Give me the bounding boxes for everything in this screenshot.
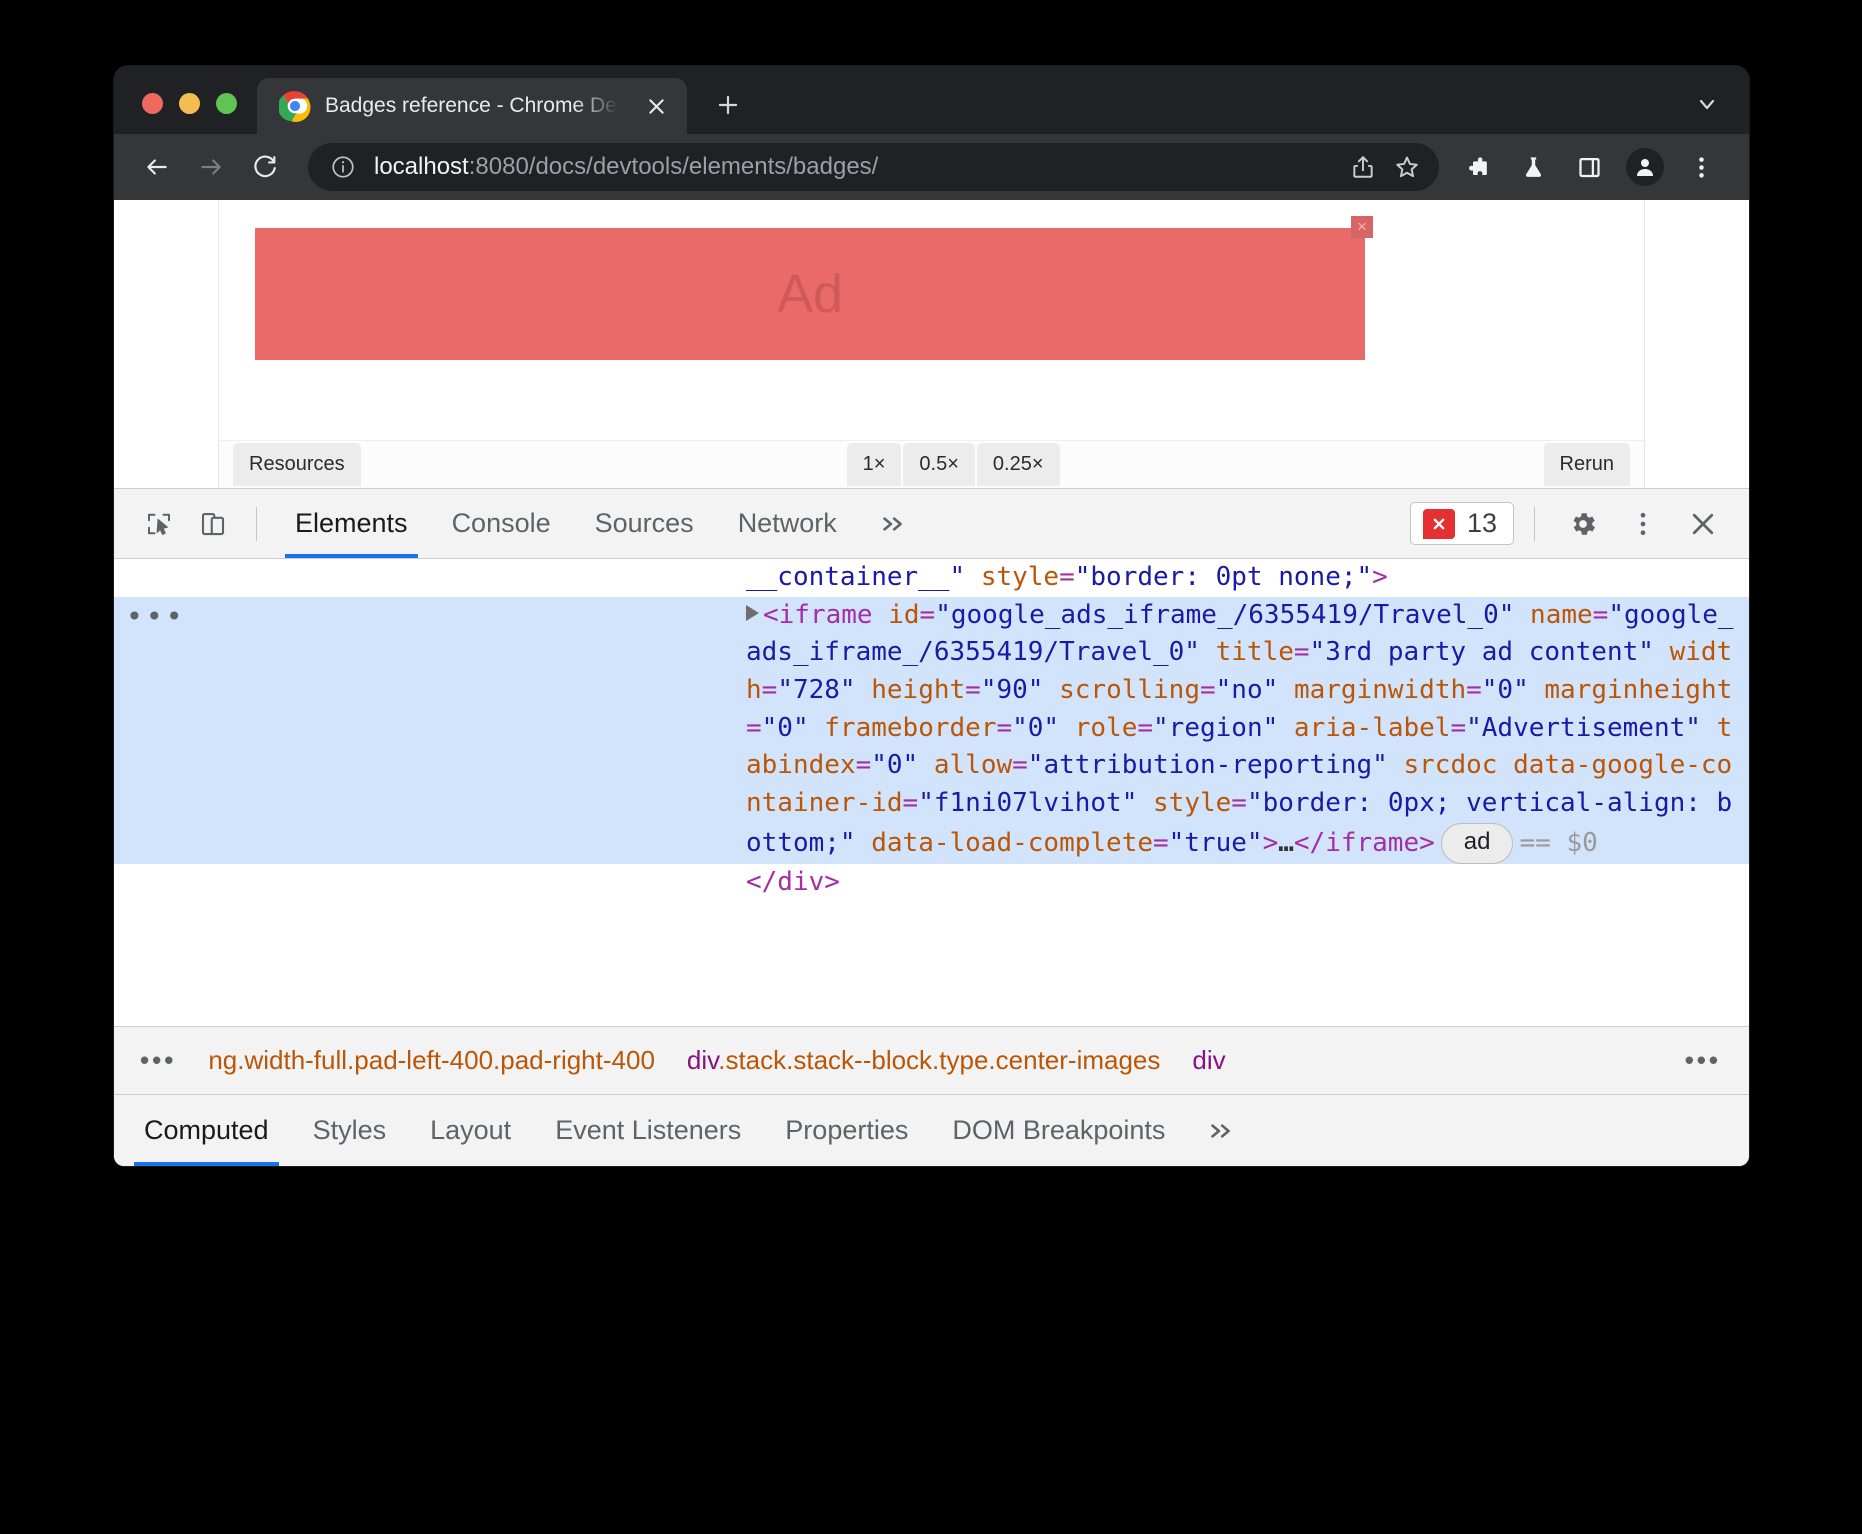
ad-banner: Ad ×	[255, 228, 1365, 360]
maximize-window-button[interactable]	[216, 93, 237, 114]
browser-toolbar: localhost:8080/docs/devtools/elements/ba…	[114, 134, 1749, 200]
browser-window: Badges reference - Chrome De	[114, 66, 1749, 1166]
zoom-05x-button[interactable]: 0.5×	[903, 443, 974, 486]
breadcrumb-right-overflow[interactable]: •••	[1659, 1045, 1749, 1076]
devtools-panel: Elements Console Sources Network	[114, 488, 1749, 1166]
drawer-more-chevron-icon[interactable]	[1187, 1095, 1253, 1166]
error-x-icon	[1423, 509, 1455, 539]
chrome-logo-icon	[279, 90, 311, 122]
device-toggle-icon[interactable]	[186, 499, 240, 549]
browser-menu-three-dot-icon[interactable]	[1675, 141, 1727, 193]
info-circle-icon[interactable]	[330, 154, 356, 180]
breadcrumb-item-2-element: div	[1192, 1045, 1225, 1075]
inspect-cursor-icon[interactable]	[132, 499, 186, 549]
new-tab-button[interactable]	[705, 82, 751, 128]
dom-row-closing-div[interactable]: </div>	[114, 864, 1749, 902]
breadcrumb-item-1[interactable]: div.stack.stack--block.type.center-image…	[671, 1045, 1176, 1076]
url-path: :8080/docs/devtools/elements/badges/	[469, 153, 879, 180]
devtools-tab-list: Elements Console Sources Network	[273, 489, 925, 558]
tab-console[interactable]: Console	[430, 489, 573, 558]
ad-close-icon[interactable]: ×	[1351, 216, 1373, 238]
forward-button[interactable]	[186, 142, 236, 192]
tab-network[interactable]: Network	[716, 489, 859, 558]
breadcrumb-left-overflow[interactable]: •••	[114, 1045, 192, 1076]
zoom-025x-button[interactable]: 0.25×	[977, 443, 1060, 486]
tab-strip: Badges reference - Chrome De	[114, 66, 1749, 134]
rerun-button[interactable]: Rerun	[1544, 443, 1630, 486]
devtools-toolbar-right: 13	[1410, 496, 1731, 552]
dom-row-code-iframe: <iframe id="google_ads_iframe_/6355419/T…	[746, 597, 1749, 864]
dom-row-overflow-ellipsis: •••	[126, 597, 186, 638]
window-traffic-lights	[114, 93, 257, 134]
dom-tree[interactable]: __container__" style="border: 0pt none;"…	[114, 559, 1749, 1026]
reload-button[interactable]	[240, 142, 290, 192]
ad-badge[interactable]: ad	[1441, 823, 1514, 864]
toolbar-divider-right	[1534, 507, 1535, 541]
tab-computed[interactable]: Computed	[122, 1095, 291, 1166]
tab-dom-breakpoints[interactable]: DOM Breakpoints	[930, 1095, 1187, 1166]
back-button[interactable]	[132, 142, 182, 192]
gear-icon[interactable]	[1555, 496, 1611, 552]
tab-sources[interactable]: Sources	[573, 489, 716, 558]
tab-elements[interactable]: Elements	[273, 489, 430, 558]
url-host: localhost	[374, 153, 469, 180]
tab-close-icon[interactable]	[639, 89, 673, 123]
dom-row-partial-above[interactable]: __container__" style="border: 0pt none;"…	[114, 559, 1749, 597]
dom-row-code: __container__" style="border: 0pt none;"…	[746, 559, 1749, 597]
styles-pane-tabs: Computed Styles Layout Event Listeners P…	[114, 1094, 1749, 1166]
minimize-window-button[interactable]	[179, 93, 200, 114]
tab-list-chevron-down-icon[interactable]	[1695, 92, 1749, 134]
selected-node-marker: == $0	[1519, 828, 1597, 858]
dom-row-code-close-div: </div>	[746, 864, 1749, 902]
screenshot-stage: Badges reference - Chrome De	[0, 0, 1862, 1534]
breadcrumb-item-1-element: div	[687, 1045, 718, 1075]
breadcrumb-item-1-classes: .stack.stack--block.type.center-images	[718, 1045, 1160, 1075]
more-tabs-chevron-icon[interactable]	[859, 489, 925, 558]
tab-properties[interactable]: Properties	[763, 1095, 930, 1166]
dom-row-gutter-ellipsis: •••	[114, 597, 746, 864]
closing-div-tag: </div>	[746, 867, 840, 897]
person-icon	[1626, 148, 1664, 186]
tab-event-listeners[interactable]: Event Listeners	[533, 1095, 763, 1166]
toolbar-divider	[256, 507, 257, 541]
breadcrumb-item-0[interactable]: ng.width-full.pad-left-400.pad-right-400	[192, 1045, 671, 1076]
extensions-puzzle-icon[interactable]	[1451, 141, 1503, 193]
expand-triangle-icon[interactable]	[746, 605, 759, 621]
address-bar-url[interactable]: localhost:8080/docs/devtools/elements/ba…	[356, 153, 1341, 181]
error-count-badge[interactable]: 13	[1410, 502, 1514, 545]
side-panel-icon[interactable]	[1563, 141, 1615, 193]
share-icon[interactable]	[1341, 145, 1385, 189]
ad-banner-label: Ad	[777, 263, 843, 325]
error-count-label: 13	[1467, 508, 1497, 539]
profile-button[interactable]	[1619, 141, 1671, 193]
tab-layout[interactable]: Layout	[408, 1095, 533, 1166]
page-viewport: Ad × Resources 1× 0.5× 0.25× Rerun	[114, 200, 1749, 488]
dom-row-selected-iframe[interactable]: ••• <iframe id="google_ads_iframe_/63554…	[114, 597, 1749, 864]
page-content: Ad × Resources 1× 0.5× 0.25× Rerun	[218, 200, 1645, 488]
dom-tree-rows: __container__" style="border: 0pt none;"…	[114, 559, 1749, 1026]
dom-breadcrumb: ••• ng.width-full.pad-left-400.pad-right…	[114, 1026, 1749, 1094]
resources-button[interactable]: Resources	[233, 443, 361, 486]
close-icon[interactable]	[1675, 496, 1731, 552]
zoom-1x-button[interactable]: 1×	[847, 443, 902, 486]
address-bar[interactable]: localhost:8080/docs/devtools/elements/ba…	[308, 143, 1439, 191]
devtools-toolbar: Elements Console Sources Network	[114, 489, 1749, 559]
close-window-button[interactable]	[142, 93, 163, 114]
page-demo-controls: Resources 1× 0.5× 0.25× Rerun	[219, 440, 1644, 488]
breadcrumb-item-2[interactable]: div	[1176, 1045, 1241, 1076]
tab-styles[interactable]: Styles	[291, 1095, 409, 1166]
zoom-level-group: 1× 0.5× 0.25×	[845, 443, 1060, 486]
devtools-menu-three-dot-icon[interactable]	[1615, 496, 1671, 552]
dom-row-gutter-2	[114, 864, 746, 902]
tab-title: Badges reference - Chrome De	[325, 94, 625, 118]
labs-flask-icon[interactable]	[1507, 141, 1559, 193]
star-icon[interactable]	[1385, 145, 1429, 189]
browser-tab[interactable]: Badges reference - Chrome De	[257, 78, 687, 134]
dom-row-gutter	[114, 559, 746, 597]
